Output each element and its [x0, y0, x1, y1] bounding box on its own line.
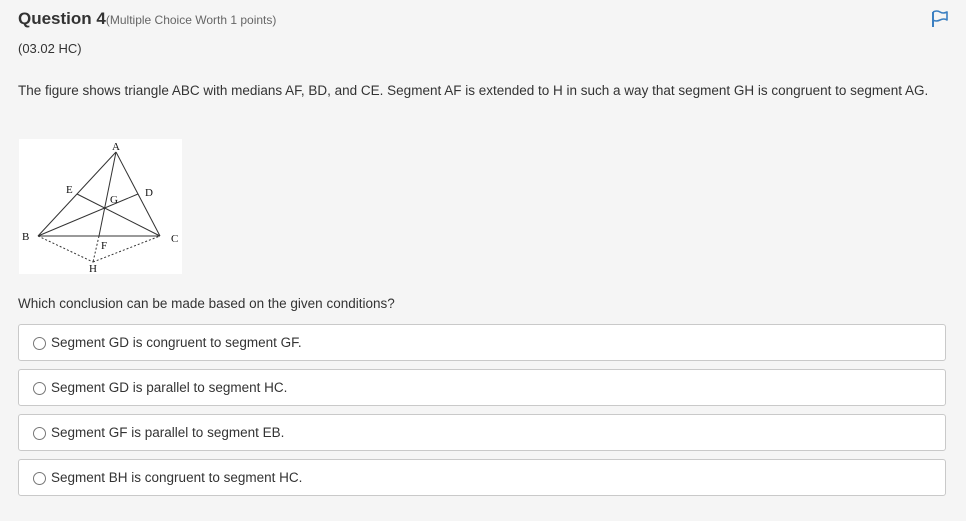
- answer-choice-3[interactable]: Segment GF is parallel to segment EB.: [18, 414, 946, 451]
- question-title: Question 4: [18, 9, 106, 28]
- answer-choice-2[interactable]: Segment GD is parallel to segment HC.: [18, 369, 946, 406]
- label-e: E: [66, 184, 73, 196]
- median-ce: [76, 193, 161, 237]
- label-b: B: [22, 231, 29, 243]
- label-a: A: [112, 141, 120, 153]
- label-d: D: [145, 187, 153, 199]
- question-code: (03.02 HC): [18, 41, 82, 56]
- answer-choice-1[interactable]: Segment GD is congruent to segment GF.: [18, 324, 946, 361]
- radio-button[interactable]: [33, 337, 46, 350]
- question-meta: (Multiple Choice Worth 1 points): [105, 13, 277, 27]
- choice-label: Segment GF is parallel to segment EB.: [51, 425, 285, 440]
- choice-label: Segment GD is congruent to segment GF.: [51, 335, 302, 350]
- answer-choice-4[interactable]: Segment BH is congruent to segment HC.: [18, 459, 946, 496]
- choice-label: Segment BH is congruent to segment HC.: [51, 470, 303, 485]
- segment-bh: [37, 235, 94, 263]
- label-g: G: [110, 194, 118, 206]
- question-prompt: The figure shows triangle ABC with media…: [18, 83, 929, 98]
- label-h: H: [89, 263, 97, 274]
- median-bd: [37, 193, 139, 237]
- flag-icon[interactable]: [930, 10, 950, 28]
- label-f: F: [101, 240, 107, 252]
- segment-fh: [92, 235, 100, 263]
- radio-button[interactable]: [33, 382, 46, 395]
- question-header: Question 4(Multiple Choice Worth 1 point…: [18, 9, 276, 29]
- radio-button[interactable]: [33, 427, 46, 440]
- radio-button[interactable]: [33, 472, 46, 485]
- label-c: C: [171, 233, 178, 245]
- choice-label: Segment GD is parallel to segment HC.: [51, 380, 288, 395]
- question-ask: Which conclusion can be made based on th…: [18, 296, 395, 311]
- triangle-figure: A B C D E F G H: [19, 139, 182, 274]
